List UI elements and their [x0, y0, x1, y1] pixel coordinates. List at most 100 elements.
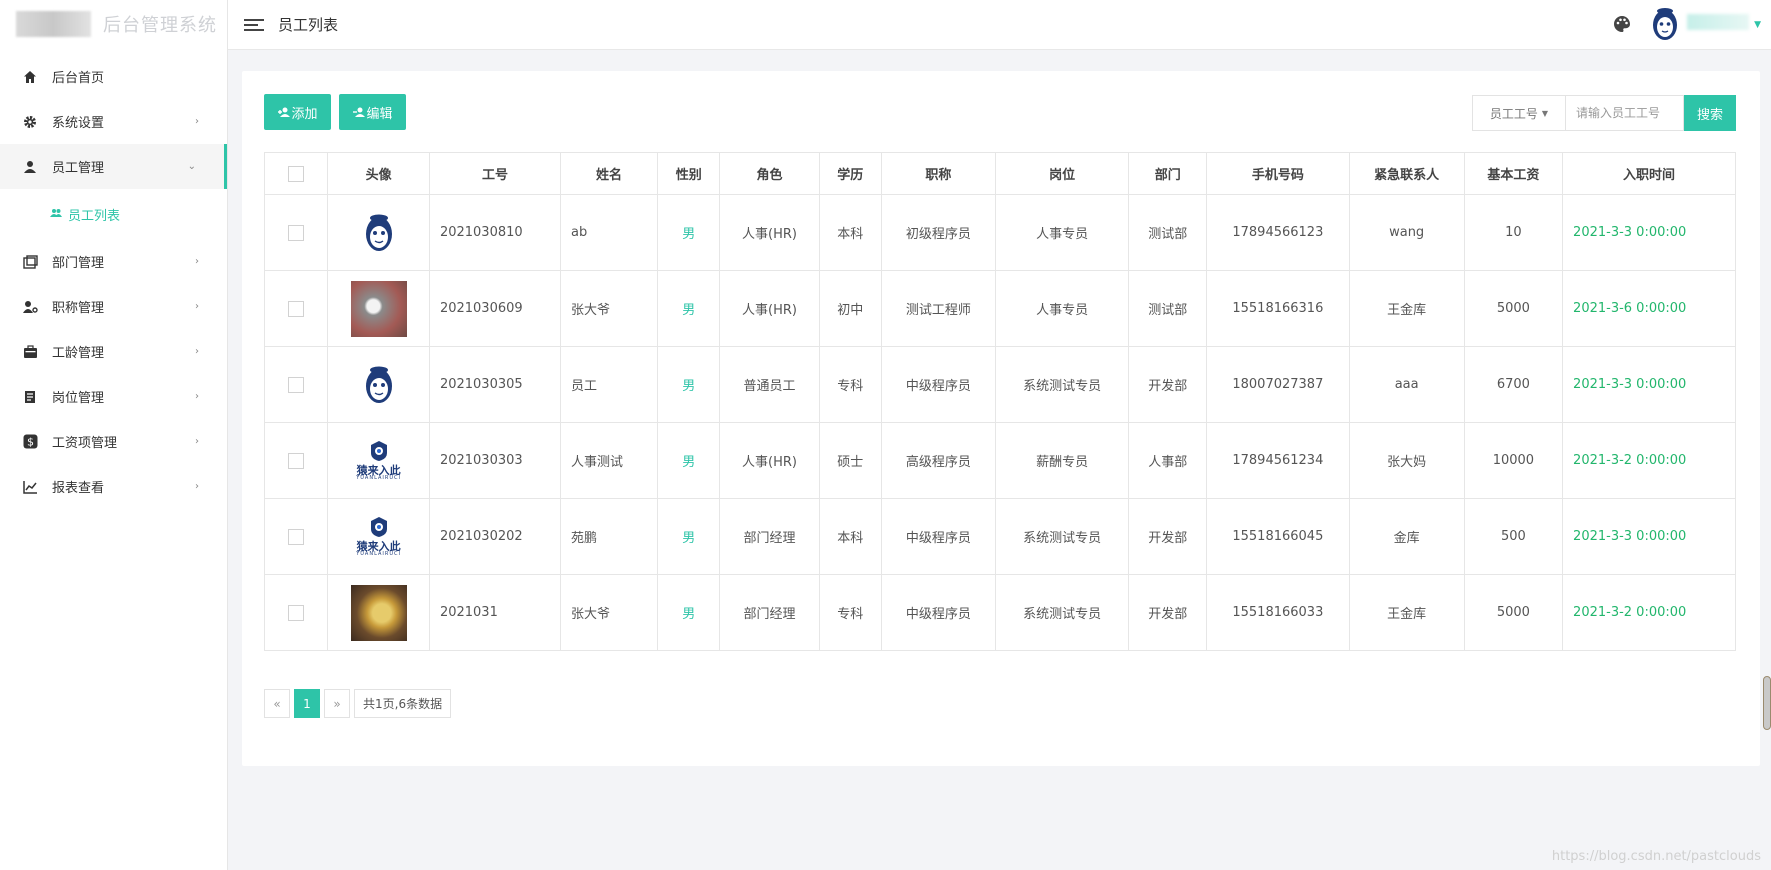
- column-header[interactable]: 角色: [719, 152, 820, 195]
- table-row[interactable]: 2021030609 张大爷男人事(HR) 初中 测试工程师 人事专员 测试部 155181…: [263, 270, 1736, 347]
- phone-cell: 17894561234: [1206, 422, 1350, 499]
- search-input[interactable]: [1566, 95, 1684, 131]
- user-icon: [22, 159, 38, 175]
- avatar-cell: 猿来入此 YUANLAIRUCI: [327, 422, 430, 499]
- sidebar-item-3[interactable]: 部门管理 ›: [0, 239, 227, 284]
- sidebar-item-label: 报表查看: [52, 481, 105, 496]
- row-checkbox[interactable]: [288, 376, 305, 393]
- table-row[interactable]: 猿来入此 YUANLAIRUCI 2021030202 苑鹏男部门经理 本科 中级程序员系…: [263, 498, 1736, 575]
- employee-id-cell: 2021030305: [428, 346, 561, 423]
- column-header[interactable]: 部门: [1128, 152, 1208, 195]
- department-cell: 测试部: [1128, 270, 1208, 347]
- edit-label: 编辑: [366, 106, 393, 122]
- phone-cell: 17894566123: [1206, 194, 1350, 271]
- briefcase-icon: [22, 344, 38, 360]
- edit-button[interactable]: 编辑: [339, 94, 406, 130]
- home-icon: [22, 69, 38, 85]
- sidebar-subitem-employee-list[interactable]: 员工列表: [0, 189, 227, 239]
- column-header[interactable]: 姓名: [559, 152, 659, 195]
- table-row[interactable]: 2021030305 员工男普通员工 专科 中级程序员 系统测试专员 开发部 1800702…: [263, 346, 1736, 423]
- avatar-cell: 猿来入此 YUANLAIRUCI: [327, 498, 430, 575]
- chevron-down-icon[interactable]: ▼: [1754, 20, 1761, 30]
- sidebar-item-label: 职称管理: [52, 301, 105, 316]
- prev-page-button[interactable]: «: [264, 689, 290, 718]
- avatar: 猿来入此 YUANLAIRUCI: [351, 433, 407, 489]
- role-cell: 人事(HR): [719, 270, 820, 347]
- chevron-right-icon: ›: [195, 346, 199, 357]
- row-checkbox[interactable]: [288, 452, 305, 469]
- column-header[interactable]: 紧急联系人: [1348, 152, 1465, 195]
- palette-icon[interactable]: [1613, 15, 1631, 37]
- phone-cell: 15518166316: [1206, 270, 1350, 347]
- edit-user-icon: [353, 107, 366, 117]
- avatar: [350, 584, 407, 641]
- sidebar-item-label: 岗位管理: [52, 391, 105, 406]
- hire-date-cell: 2021-3-2 0:00:00: [1562, 422, 1736, 499]
- column-header[interactable]: 职称: [880, 152, 996, 195]
- menu-toggle-icon[interactable]: [244, 16, 264, 34]
- row-checkbox[interactable]: [288, 528, 305, 545]
- name-cell: ab: [559, 194, 659, 271]
- employee-id-cell: 2021030609: [428, 270, 561, 347]
- top-bar: 员工列表 ▼: [228, 0, 1771, 50]
- table-row[interactable]: 猿来入此 YUANLAIRUCI 2021030303 人事测试男人事(HR) 硕士 高级…: [263, 422, 1736, 499]
- select-all-checkbox[interactable]: [288, 165, 305, 182]
- gender-cell: 男: [657, 498, 721, 575]
- user-name[interactable]: [1687, 14, 1749, 30]
- row-checkbox[interactable]: [288, 224, 305, 241]
- sidebar-item-6[interactable]: 岗位管理 ›: [0, 374, 227, 419]
- sidebar-item-0[interactable]: 后台首页: [0, 54, 227, 99]
- education-cell: 专科: [818, 346, 882, 423]
- table-row[interactable]: 2021030810 ab 男人事(HR) 本科 初级程序员 人事专员 测试部 1789456…: [263, 194, 1736, 271]
- title-cell: 中级程序员: [880, 498, 996, 575]
- sidebar-item-1[interactable]: 系统设置 ›: [0, 99, 227, 144]
- scrollbar-thumb[interactable]: [1763, 676, 1771, 730]
- column-header[interactable]: 头像: [327, 152, 430, 195]
- column-header[interactable]: 工号: [428, 152, 561, 195]
- emergency-contact-cell: 王金库: [1348, 270, 1465, 347]
- column-header[interactable]: 性别: [657, 152, 721, 195]
- role-cell: 人事(HR): [719, 194, 820, 271]
- column-header[interactable]: 基本工资: [1463, 152, 1564, 195]
- education-cell: 本科: [818, 498, 882, 575]
- chart-icon: [22, 479, 38, 495]
- select-all-cell: [263, 152, 329, 195]
- column-header[interactable]: 入职时间: [1562, 152, 1736, 195]
- hire-date-cell: 2021-3-3 0:00:00: [1562, 346, 1736, 423]
- search-box: 员工工号▼ 搜索: [1472, 95, 1736, 131]
- sidebar-item-2[interactable]: 员工管理 ⌄: [0, 144, 227, 189]
- user-avatar[interactable]: [1651, 6, 1679, 46]
- employee-table: 头像 工号 姓名 性别 角色 学历 职称 岗位 部门 手机号码 紧急联系人 基本工资 入职时间 2021…: [263, 152, 1736, 651]
- page-button-current[interactable]: 1: [294, 689, 320, 718]
- department-cell: 人事部: [1128, 422, 1208, 499]
- avatar: 猿来入此 YUANLAIRUCI: [351, 509, 407, 565]
- add-button[interactable]: 添加: [264, 94, 331, 130]
- column-header[interactable]: 手机号码: [1206, 152, 1350, 195]
- sidebar-item-8[interactable]: 报表查看 ›: [0, 464, 227, 509]
- row-checkbox[interactable]: [288, 604, 305, 621]
- next-page-button[interactable]: »: [324, 689, 350, 718]
- search-field-select[interactable]: 员工工号 ▼: [1472, 95, 1566, 131]
- sidebar-item-label: 后台首页: [52, 71, 105, 86]
- post-cell: 系统测试专员: [994, 498, 1130, 575]
- checkbox-cell: [263, 422, 329, 499]
- department-cell: 测试部: [1128, 194, 1208, 271]
- sidebar-item-4[interactable]: 职称管理 ›: [0, 284, 227, 329]
- row-checkbox[interactable]: [288, 300, 305, 317]
- column-header[interactable]: 岗位: [994, 152, 1130, 195]
- table-row[interactable]: 2021031 张大爷男部门经理 专科 中级程序员 系统测试专员 开发部 155181660…: [263, 574, 1736, 651]
- search-button[interactable]: 搜索: [1684, 95, 1736, 131]
- app-logo[interactable]: 后台管理系统: [0, 0, 227, 48]
- sidebar-item-7[interactable]: $ 工资项管理 ›: [0, 419, 227, 464]
- employee-id-cell: 2021030810: [428, 194, 561, 271]
- employee-id-cell: 2021030202: [428, 498, 561, 575]
- gender-cell: 男: [657, 270, 721, 347]
- sidebar-item-5[interactable]: 工龄管理 ›: [0, 329, 227, 374]
- title-cell: 高级程序员: [880, 422, 996, 499]
- column-header[interactable]: 学历: [818, 152, 882, 195]
- chevron-right-icon: ›: [195, 301, 199, 312]
- company-logo: 猿来入此 YUANLAIRUCI: [356, 440, 401, 481]
- name-cell: 张大爷: [559, 270, 659, 347]
- post-cell: 系统测试专员: [994, 346, 1130, 423]
- education-cell: 硕士: [818, 422, 882, 499]
